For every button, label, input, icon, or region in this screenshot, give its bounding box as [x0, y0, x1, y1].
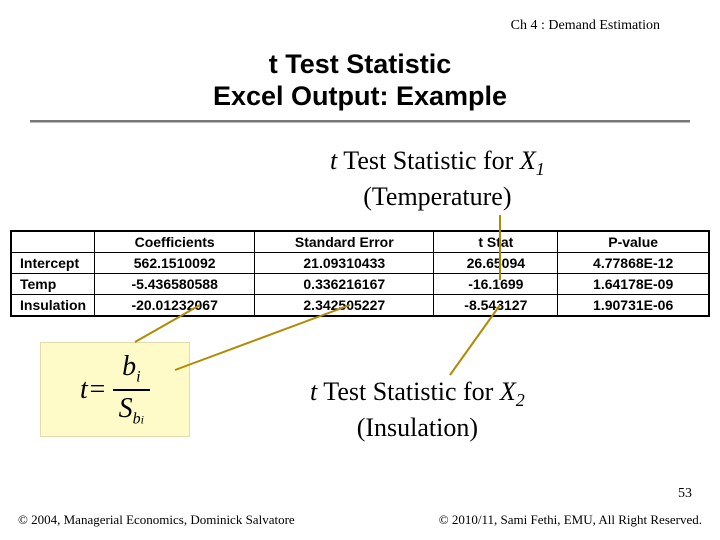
cell: Intercept — [11, 253, 95, 274]
cell: -20.01232067 — [95, 295, 255, 317]
callout-x1-var: X — [520, 146, 536, 175]
footer-left: © 2004, Managerial Economics, Dominick S… — [18, 512, 295, 528]
callout-x1-paren: (Temperature) — [363, 182, 511, 211]
cell: Insulation — [11, 295, 95, 317]
formula-denominator: Sbi — [113, 391, 150, 429]
table-row: Temp -5.436580588 0.336216167 -16.1699 1… — [11, 274, 709, 295]
table-header-empty — [11, 231, 95, 253]
table-header-row: Coefficients Standard Error t Stat P-val… — [11, 231, 709, 253]
callout-x2-paren: (Insulation) — [357, 413, 478, 442]
formula-den-sym: S — [119, 393, 133, 424]
formula-numerator: bi — [113, 351, 150, 391]
cell: 1.64178E-09 — [558, 274, 709, 295]
callout-x1-idx: 1 — [536, 159, 545, 179]
table-header-coef: Coefficients — [95, 231, 255, 253]
callout-x2: t Test Statistic for X2 (Insulation) — [310, 376, 525, 443]
cell: 0.336216167 — [255, 274, 434, 295]
table-header-pvalue: P-value — [558, 231, 709, 253]
formula-lhs: t — [80, 374, 88, 406]
formula-box: t = bi Sbi — [40, 342, 190, 437]
cell: 1.90731E-06 — [558, 295, 709, 317]
callout-x2-var: X — [500, 377, 516, 406]
callout-x2-idx: 2 — [516, 390, 525, 410]
table-row: Intercept 562.1510092 21.09310433 26.650… — [11, 253, 709, 274]
slide-number: 53 — [678, 486, 692, 502]
regression-table: Coefficients Standard Error t Stat P-val… — [10, 230, 710, 317]
formula-fraction: bi Sbi — [113, 351, 150, 428]
callout-x1-text: Test Statistic for — [337, 146, 520, 175]
cell: 4.77868E-12 — [558, 253, 709, 274]
cell: 26.65094 — [434, 253, 558, 274]
slide-title: t Test Statistic Excel Output: Example — [0, 48, 720, 113]
table-header-tstat: t Stat — [434, 231, 558, 253]
footer-right: © 2010/11, Sami Fethi, EMU, All Right Re… — [439, 512, 702, 528]
formula-den-sub1: b — [133, 410, 141, 427]
formula-den-sub2: i — [141, 412, 144, 426]
cell: -5.436580588 — [95, 274, 255, 295]
cell: 562.1510092 — [95, 253, 255, 274]
cell: Temp — [11, 274, 95, 295]
callout-x1: t Test Statistic for X1 (Temperature) — [330, 145, 545, 212]
cell: -8.543127 — [434, 295, 558, 317]
chapter-label: Ch 4 : Demand Estimation — [511, 18, 660, 34]
cell: -16.1699 — [434, 274, 558, 295]
formula-num-sub: i — [136, 369, 140, 386]
formula-num-sym: b — [122, 351, 136, 382]
table-header-se: Standard Error — [255, 231, 434, 253]
title-line-1: t Test Statistic — [269, 49, 452, 79]
cell: 2.342505227 — [255, 295, 434, 317]
title-underline — [30, 120, 690, 123]
callout-x2-text: Test Statistic for — [317, 377, 500, 406]
table-row: Insulation -20.01232067 2.342505227 -8.5… — [11, 295, 709, 317]
title-line-2: Excel Output: Example — [213, 81, 507, 111]
formula-eq: = — [88, 374, 107, 406]
cell: 21.09310433 — [255, 253, 434, 274]
